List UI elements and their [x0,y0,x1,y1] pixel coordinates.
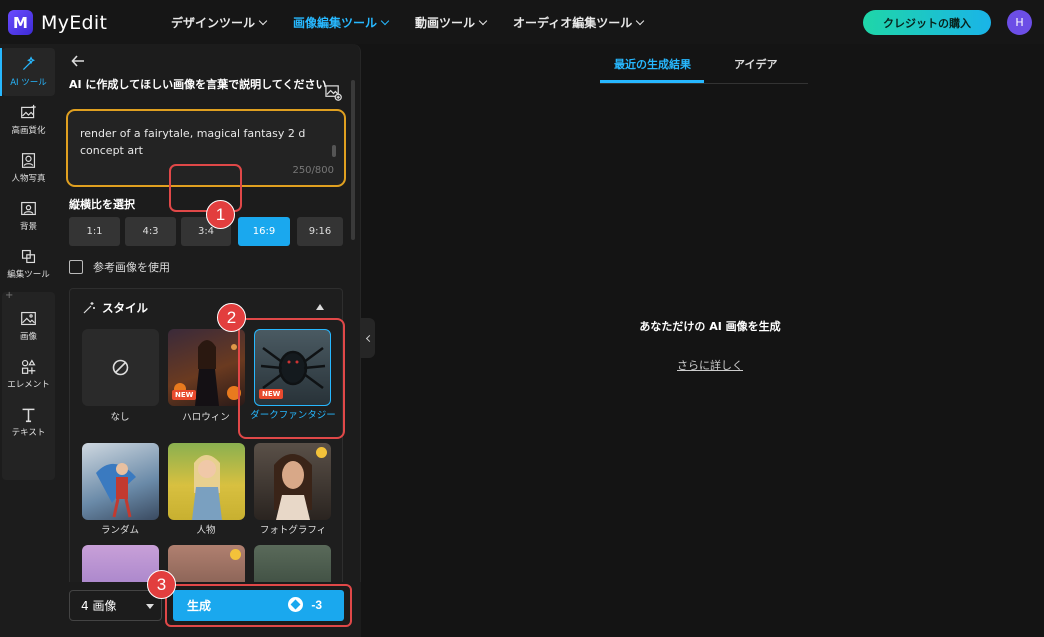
sparkle-wand-icon [83,302,95,314]
collapse-caret-icon[interactable] [316,304,324,310]
nav-video-tools[interactable]: 動画ツール [415,14,488,31]
collapse-panel-button[interactable] [361,318,375,358]
rail-item-label: 画像 [19,332,37,342]
rail-item-text[interactable]: テキスト [0,406,57,438]
character-counter: 250/800 [292,165,334,176]
rail-item-label: 高画質化 [11,126,46,136]
style-label: 人物 [196,525,216,536]
learn-more-link[interactable]: さらに詳しく [560,357,860,373]
style-header[interactable]: スタイル [82,300,148,316]
nav-label: 動画ツール [415,16,476,30]
image-count-value: 4 画像 [81,599,117,613]
edit-tools-icon [21,249,36,264]
rail-item-background[interactable]: 背景 [0,200,57,232]
avatar[interactable]: H [1007,10,1032,35]
left-rail: + AI ツール 高画質化 人物写真 背景 編集ツール 画像 エレメント テキス… [0,44,57,637]
main-nav: デザインツール 画像編集ツール 動画ツール オーディオ編集ツール [171,14,645,31]
prompt-text: render of a fairytale, magical fantasy 2… [80,127,306,157]
chevron-down-icon [478,16,488,26]
top-bar: M MyEdit デザインツール 画像編集ツール 動画ツール オーディオ編集ツー… [0,0,1044,44]
nav-design-tools[interactable]: デザインツール [171,14,268,31]
chevron-left-icon [365,334,373,342]
reference-image-label: 参考画像を使用 [93,261,170,274]
prompt-label: AI に作成してほしい画像を言葉で説明してください [69,78,327,91]
style-label: フォトグラフィ [259,525,327,536]
style-label: なし [110,412,130,423]
panel-scrollbar[interactable] [351,80,355,240]
rail-item-elements[interactable]: エレメント [0,358,57,390]
active-tab-underline [600,80,704,83]
nav-label: デザインツール [171,16,256,30]
rail-item-label: 背景 [19,222,37,232]
rail-item-image[interactable]: 画像 [0,310,57,342]
ratio-4-3-button[interactable]: 4:3 [125,217,176,246]
chevron-down-icon [258,16,268,26]
style-label: ランダム [100,525,139,536]
rail-item-ai-tools[interactable]: AI ツール [0,56,57,88]
image-enhance-icon [21,104,36,119]
chevron-down-icon [635,16,645,26]
rail-item-label: AI ツール [10,78,47,88]
ratio-16-9-button[interactable]: 16:9 [238,217,290,246]
style-halloween-tile[interactable]: NEW [168,329,245,406]
prompt-scrollbar[interactable] [332,145,336,157]
nav-label: 画像編集ツール [293,16,378,30]
reference-image-option[interactable]: 参考画像を使用 [69,259,170,275]
person-thumbnail [192,455,222,520]
new-badge: NEW [172,390,197,400]
chevron-down-icon [380,16,390,26]
rail-item-label: 人物写真 [11,174,46,184]
magic-wand-icon [22,56,36,71]
reference-image-checkbox[interactable] [69,260,83,274]
image-count-select[interactable]: 4 画像 [69,590,162,621]
premium-crown-icon [230,549,241,560]
style-random-tile[interactable] [82,443,159,520]
ratio-9-16-button[interactable]: 9:16 [297,217,343,246]
result-tabs: 最近の生成結果 アイデア [600,44,808,84]
ratio-1-1-button[interactable]: 1:1 [69,217,120,246]
plus-icon: + [5,290,14,301]
nav-image-tools[interactable]: 画像編集ツール [293,14,390,31]
style-none-tile[interactable] [82,329,159,406]
premium-crown-icon [316,447,327,458]
rail-item-label: 編集ツール [7,270,50,280]
rail-item-edit-tools[interactable]: 編集ツール [0,248,57,280]
nav-audio-tools[interactable]: オーディオ編集ツール [513,14,645,31]
style-person-tile[interactable] [168,443,245,520]
buy-credits-button[interactable]: クレジットの購入 [863,10,991,35]
annotation-badge-2: 2 [217,303,246,332]
empty-state-message: あなただけの AI 画像を生成 [639,320,781,333]
aspect-ratio-options: 1:1 4:3 3:4 16:9 9:16 [69,217,343,246]
background-icon [21,201,36,216]
highlight-generate [165,584,352,627]
random-thumbnail [96,463,136,518]
style-title: スタイル [102,301,148,315]
app-name: MyEdit [41,11,108,34]
tab-ideas[interactable]: アイデア [734,56,777,72]
aspect-ratio-label: 縦横比を選択 [69,198,135,211]
logo-mark-icon: M [8,10,33,35]
chevron-down-icon [146,604,154,609]
rail-item-portrait[interactable]: 人物写真 [0,152,57,184]
none-icon [112,359,129,376]
text-icon [22,408,35,423]
annotation-badge-3: 3 [147,570,176,599]
elements-icon [21,359,36,375]
back-arrow-icon[interactable] [71,54,85,68]
image-prompt-icon[interactable] [325,84,342,101]
portrait-icon [21,153,36,168]
image-icon [21,311,36,326]
nav-label: オーディオ編集ツール [513,16,633,30]
rail-item-label: テキスト [11,428,46,438]
rail-item-enhance[interactable]: 高画質化 [0,104,57,136]
annotation-badge-1: 1 [206,200,235,229]
highlight-style [238,318,345,439]
tab-recent-results[interactable]: 最近の生成結果 [614,56,691,72]
rail-item-label: エレメント [7,380,50,390]
style-photography-tile[interactable] [254,443,331,520]
logo[interactable]: M MyEdit [8,10,107,35]
